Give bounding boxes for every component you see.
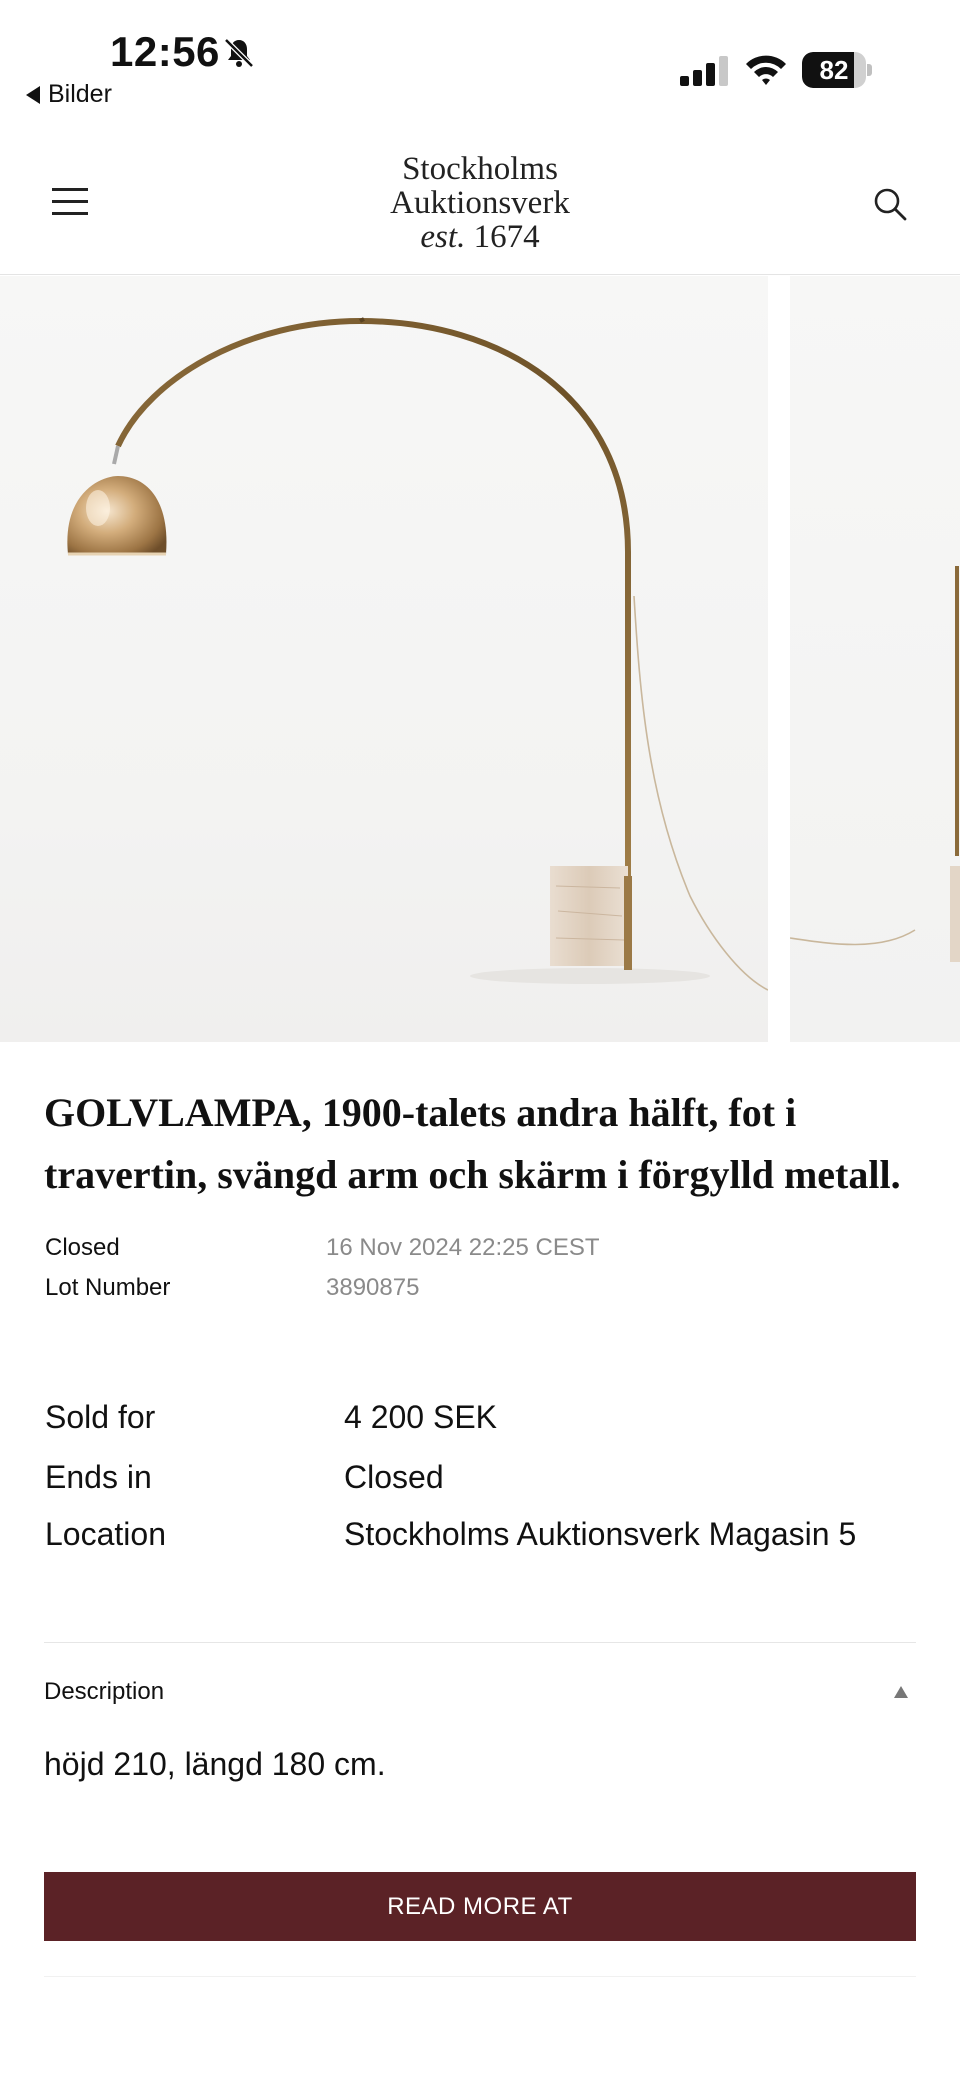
image-gallery[interactable] [0, 276, 960, 1042]
meta-row-closed: Closed 16 Nov 2024 22:25 CEST [45, 1228, 845, 1268]
logo-est: est. [420, 219, 466, 255]
back-link-label: Bilder [48, 80, 112, 108]
read-more-button[interactable]: READ MORE AT [44, 1872, 916, 1941]
divider [44, 1642, 916, 1643]
meta-value: 3890875 [326, 1274, 420, 1301]
bell-muted-icon [224, 38, 254, 68]
meta-value: 16 Nov 2024 22:25 CEST [326, 1234, 600, 1261]
logo-year: 1674 [473, 219, 540, 255]
site-header: Stockholms Auktionsverk est. 1674 [0, 122, 960, 275]
lot-details: Sold for 4 200 SEK Ends in Closed Locati… [45, 1388, 925, 1560]
lot-meta: Closed 16 Nov 2024 22:25 CEST Lot Number… [45, 1228, 845, 1308]
detail-key: Ends in [45, 1458, 152, 1495]
detail-value: 4 200 SEK [344, 1398, 497, 1435]
cellular-signal-icon [680, 56, 728, 86]
detail-row-location: Location Stockholms Auktionsverk Magasin… [45, 1508, 925, 1560]
detail-row-ends-in: Ends in Closed [45, 1446, 925, 1508]
detail-value: Closed [344, 1458, 444, 1495]
battery-percentage: 82 [819, 55, 849, 85]
caret-up-icon [894, 1686, 908, 1698]
lot-photo-main[interactable] [0, 276, 768, 1042]
detail-row-sold-for: Sold for 4 200 SEK [45, 1388, 925, 1446]
back-to-bilder-link[interactable]: Bilder [26, 80, 112, 109]
meta-row-lot-number: Lot Number 3890875 [45, 1268, 845, 1308]
meta-key: Lot Number [45, 1274, 171, 1301]
description-label: Description [44, 1678, 165, 1705]
back-arrow-icon [26, 85, 40, 104]
search-icon[interactable] [872, 186, 908, 222]
floor-lamp-image-2 [790, 566, 960, 962]
lot-photo-next[interactable] [790, 276, 960, 1042]
battery-indicator: 82 [802, 52, 872, 88]
floor-lamp-image [67, 317, 768, 991]
description-text: höjd 210, längd 180 cm. [44, 1746, 386, 1782]
site-logo[interactable]: Stockholms Auktionsverk est. 1674 [330, 152, 630, 254]
logo-established: est. 1674 [330, 220, 630, 254]
lot-title: GOLVLAMPA, 1900-talets andra hälft, fot … [44, 1090, 901, 1197]
description-toggle[interactable]: Description [44, 1676, 916, 1708]
detail-value: Stockholms Auktionsverk Magasin 5 [344, 1515, 857, 1552]
hamburger-menu-icon[interactable] [52, 188, 88, 216]
logo-line-auktionsverk: Auktionsverk [390, 185, 570, 221]
detail-key: Location [45, 1515, 166, 1552]
wifi-icon [746, 55, 786, 85]
meta-key: Closed [45, 1234, 120, 1261]
divider-bottom [44, 1976, 916, 1977]
status-bar: 12:56 Bilder 82 [0, 0, 960, 122]
detail-key: Sold for [45, 1398, 156, 1435]
status-time: 12:56 [110, 28, 220, 75]
logo-line-stockholms: Stockholms [402, 151, 558, 187]
